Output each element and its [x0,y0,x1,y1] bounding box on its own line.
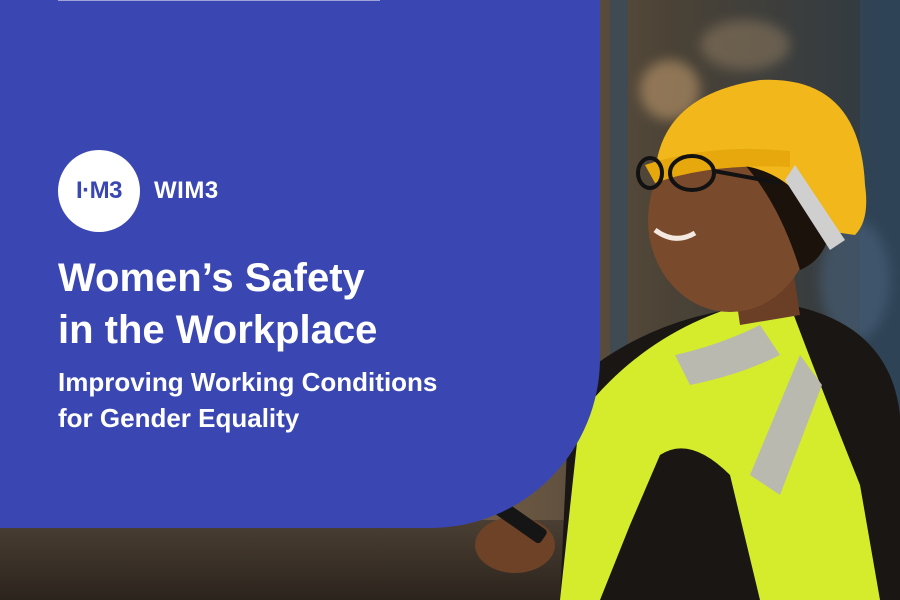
title-line: in the Workplace [58,308,378,352]
headline-panel: I·M3 WIM3 Women’s Safety in the Workplac… [0,0,600,528]
divider [58,0,380,1]
title-line: Women’s Safety [58,256,365,300]
brand-name: WIM3 [154,177,219,204]
logo-badge-text: I·M3 [76,177,123,204]
subtitle-line: Improving Working Conditions [58,367,438,397]
page-subtitle: Improving Working Conditions for Gender … [58,364,578,436]
logo-badge: I·M3 [58,150,140,232]
subtitle-line: for Gender Equality [58,403,300,433]
page-title: Women’s Safety in the Workplace [58,252,578,356]
brand-logo: I·M3 WIM3 [58,150,219,232]
